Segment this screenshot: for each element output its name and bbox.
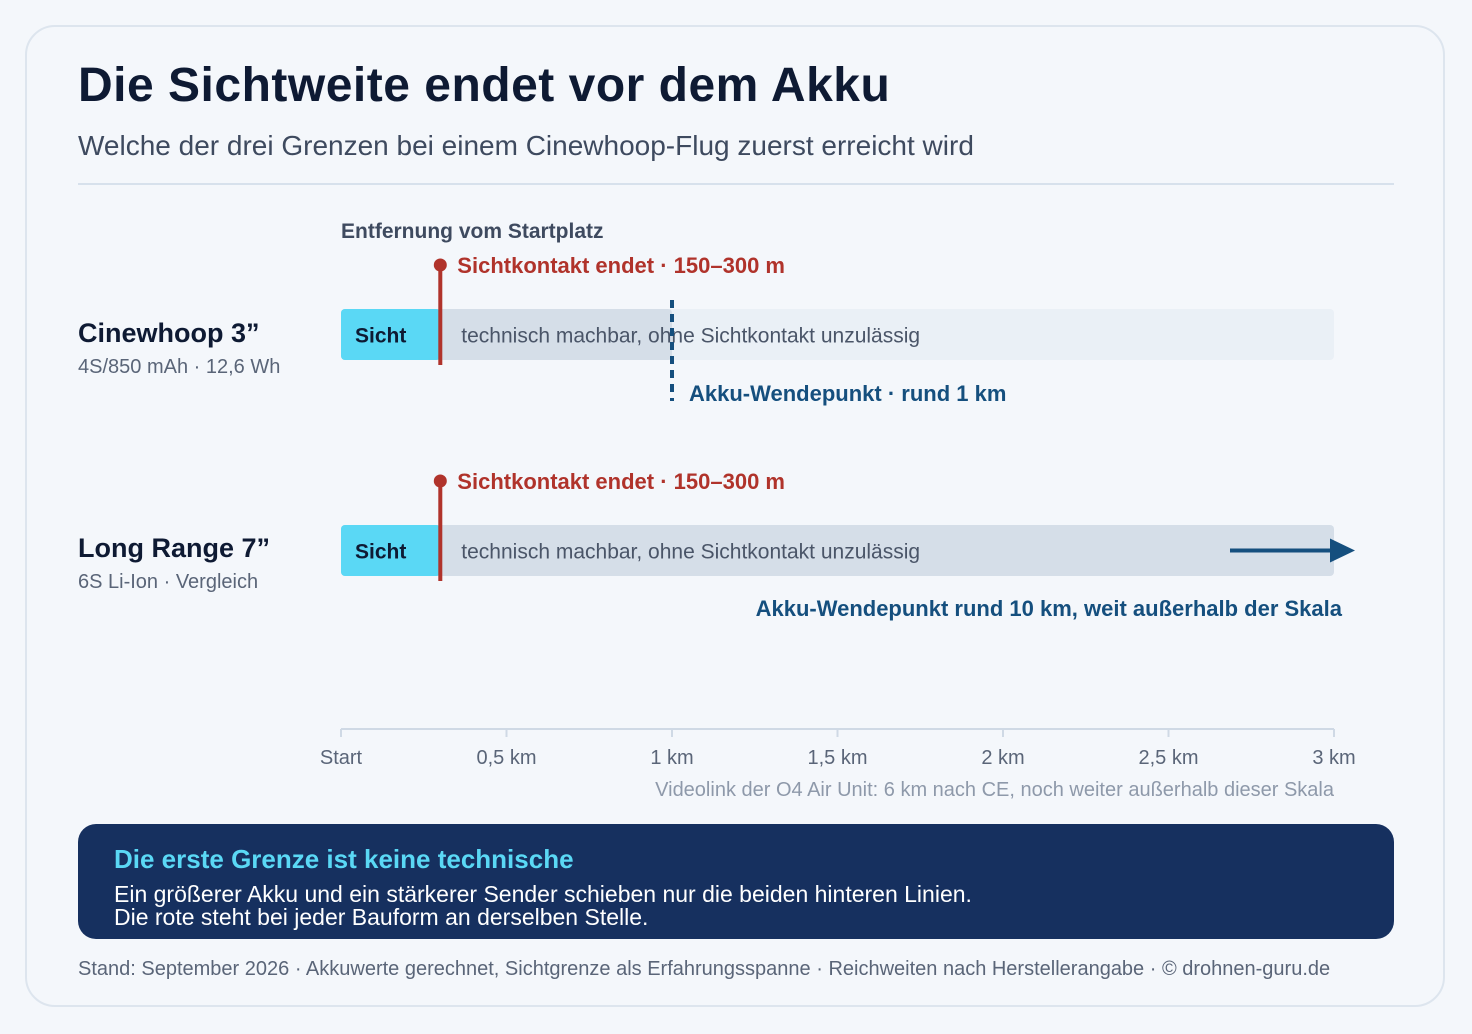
x-tick-label: 1,5 km <box>807 747 867 769</box>
insight-line-2: Die rote steht bei jeder Bauform an ders… <box>114 904 649 930</box>
sight-limit-label: Sichtkontakt endet · 150–300 m <box>457 469 785 494</box>
sight-zone-label: Sicht <box>355 541 406 564</box>
x-tick-label: 3 km <box>1312 747 1355 769</box>
insight-title: Die erste Grenze ist keine technische <box>114 844 574 874</box>
axis-note: Videolink der O4 Air Unit: 6 km nach CE,… <box>655 779 1335 801</box>
insight-box: Die erste Grenze ist keine technische Ei… <box>78 824 1394 939</box>
beyond-scale-arrow-icon <box>1330 538 1355 563</box>
insight-line-1: Ein größerer Akku und ein stärkerer Send… <box>114 881 972 907</box>
battery-turnaround-label: Akku-Wendepunkt rund 10 km, weit außerha… <box>756 596 1343 621</box>
footer-source: Stand: September 2026 · Akkuwerte gerech… <box>78 958 1331 980</box>
x-tick-label: 1 km <box>650 747 693 769</box>
sight-limit-dot <box>433 474 447 488</box>
sight-zone-label: Sicht <box>355 325 406 348</box>
x-tick-label: 2 km <box>981 747 1024 769</box>
x-tick-label: Start <box>320 747 363 769</box>
battery-turnaround-label: Akku-Wendepunkt · rund 1 km <box>689 381 1006 406</box>
sight-limit-label: Sichtkontakt endet · 150–300 m <box>457 253 785 278</box>
tech-zone-label: technisch machbar, ohne Sichtkontakt unz… <box>461 325 920 348</box>
x-tick-label: 2,5 km <box>1138 747 1198 769</box>
sight-limit-dot <box>433 258 447 272</box>
tech-zone-label: technisch machbar, ohne Sichtkontakt unz… <box>461 541 920 564</box>
x-tick-label: 0,5 km <box>476 747 536 769</box>
